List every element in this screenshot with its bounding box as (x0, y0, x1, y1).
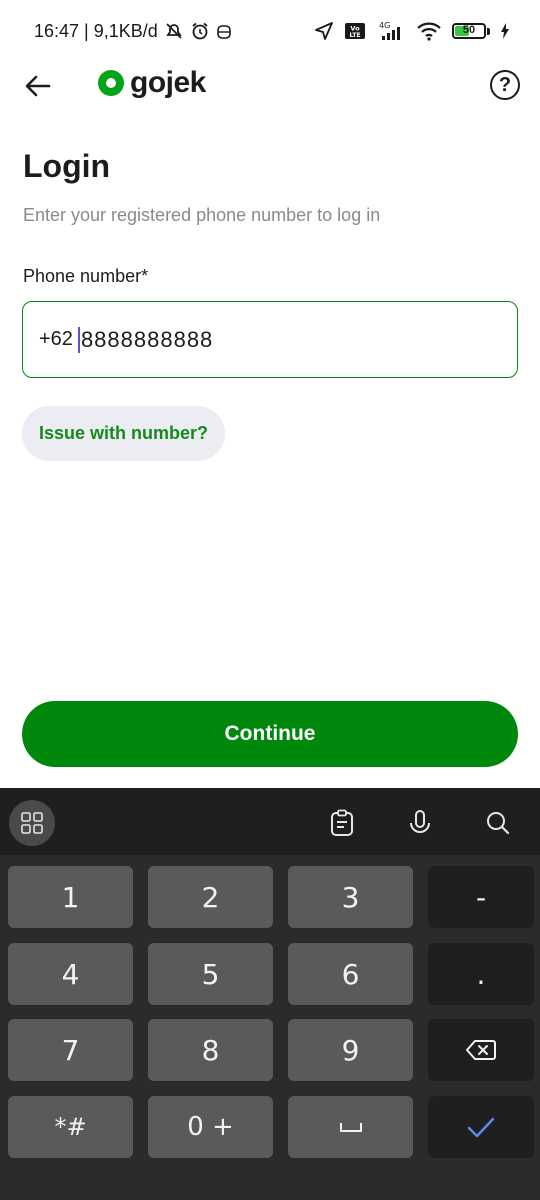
text-cursor (77, 326, 80, 353)
svg-text:4G: 4G (379, 21, 390, 30)
help-icon: ? (498, 73, 512, 96)
clipboard-button[interactable] (325, 806, 359, 840)
status-left: 16:47 | 9,1KB/d (34, 21, 232, 42)
search-icon (487, 812, 510, 835)
continue-button[interactable]: Continue (22, 701, 518, 767)
status-right: Vo LTE 4G 50 (314, 20, 510, 42)
app-bar: gojek ? (0, 62, 540, 108)
phone-number-label: Phone number* (23, 266, 149, 286)
key-4[interactable]: 4 (8, 943, 133, 1005)
key-3[interactable]: 3 (288, 866, 413, 928)
key-5[interactable]: 5 (148, 943, 273, 1005)
status-bar: 16:47 | 9,1KB/d Vo LTE 4G 50 (0, 0, 540, 62)
phone-number-field[interactable]: +62 8888888888 (22, 301, 518, 378)
alarm-icon (190, 21, 210, 41)
key-2[interactable]: 2 (148, 866, 273, 928)
android-debug-icon (216, 22, 232, 40)
gojek-logo-icon (98, 70, 124, 96)
key-6[interactable]: 6 (288, 943, 413, 1005)
location-arrow-icon (314, 21, 334, 41)
microphone-icon (410, 810, 430, 833)
key-period[interactable]: . (428, 943, 534, 1005)
backspace-key[interactable] (428, 1019, 534, 1081)
key-9[interactable]: 9 (288, 1019, 413, 1081)
battery-icon: 50 (452, 23, 490, 39)
issue-with-number-button[interactable]: Issue with number? (22, 406, 226, 461)
key-0-plus[interactable]: 0 + (148, 1096, 273, 1158)
back-arrow-icon (25, 75, 51, 97)
battery-level: 50 (462, 24, 476, 36)
page-subtitle: Enter your registered phone number to lo… (23, 205, 381, 225)
gojek-logo: gojek (98, 66, 206, 100)
key-1[interactable]: 1 (8, 866, 133, 928)
key-minus[interactable]: - (428, 866, 534, 928)
status-time-network: 16:47 | 9,1KB/d (34, 20, 158, 41)
keyboard-toolbar (0, 788, 540, 855)
page-title: Login (23, 148, 111, 184)
grid-icon (21, 812, 43, 834)
back-button[interactable] (22, 70, 54, 102)
key-symbols[interactable]: *# (8, 1096, 133, 1158)
brand-name: gojek (130, 66, 206, 99)
phone-number-input[interactable]: 8888888888 (81, 327, 213, 353)
mute-notification-icon (164, 21, 184, 41)
clipboard-icon (331, 809, 353, 836)
keyboard-search-button[interactable] (481, 806, 515, 840)
space-key[interactable] (288, 1096, 413, 1158)
voice-input-button[interactable] (403, 806, 437, 840)
space-icon (339, 1123, 362, 1132)
done-key[interactable] (428, 1096, 534, 1158)
check-icon (467, 1117, 495, 1138)
volte-icon: Vo LTE (344, 21, 366, 41)
keyboard-menu-button[interactable] (9, 800, 55, 846)
key-7[interactable]: 7 (8, 1019, 133, 1081)
svg-text:LTE: LTE (349, 32, 360, 39)
backspace-icon (466, 1040, 496, 1060)
help-button[interactable]: ? (490, 70, 520, 100)
charging-icon (500, 23, 510, 39)
wifi-icon (416, 21, 442, 41)
key-8[interactable]: 8 (148, 1019, 273, 1081)
signal-4g-icon: 4G (376, 20, 406, 42)
country-code: +62 (39, 328, 73, 350)
numeric-keyboard: 1 2 3 - 4 5 6 . 7 8 9 *# 0 + (0, 788, 540, 1200)
